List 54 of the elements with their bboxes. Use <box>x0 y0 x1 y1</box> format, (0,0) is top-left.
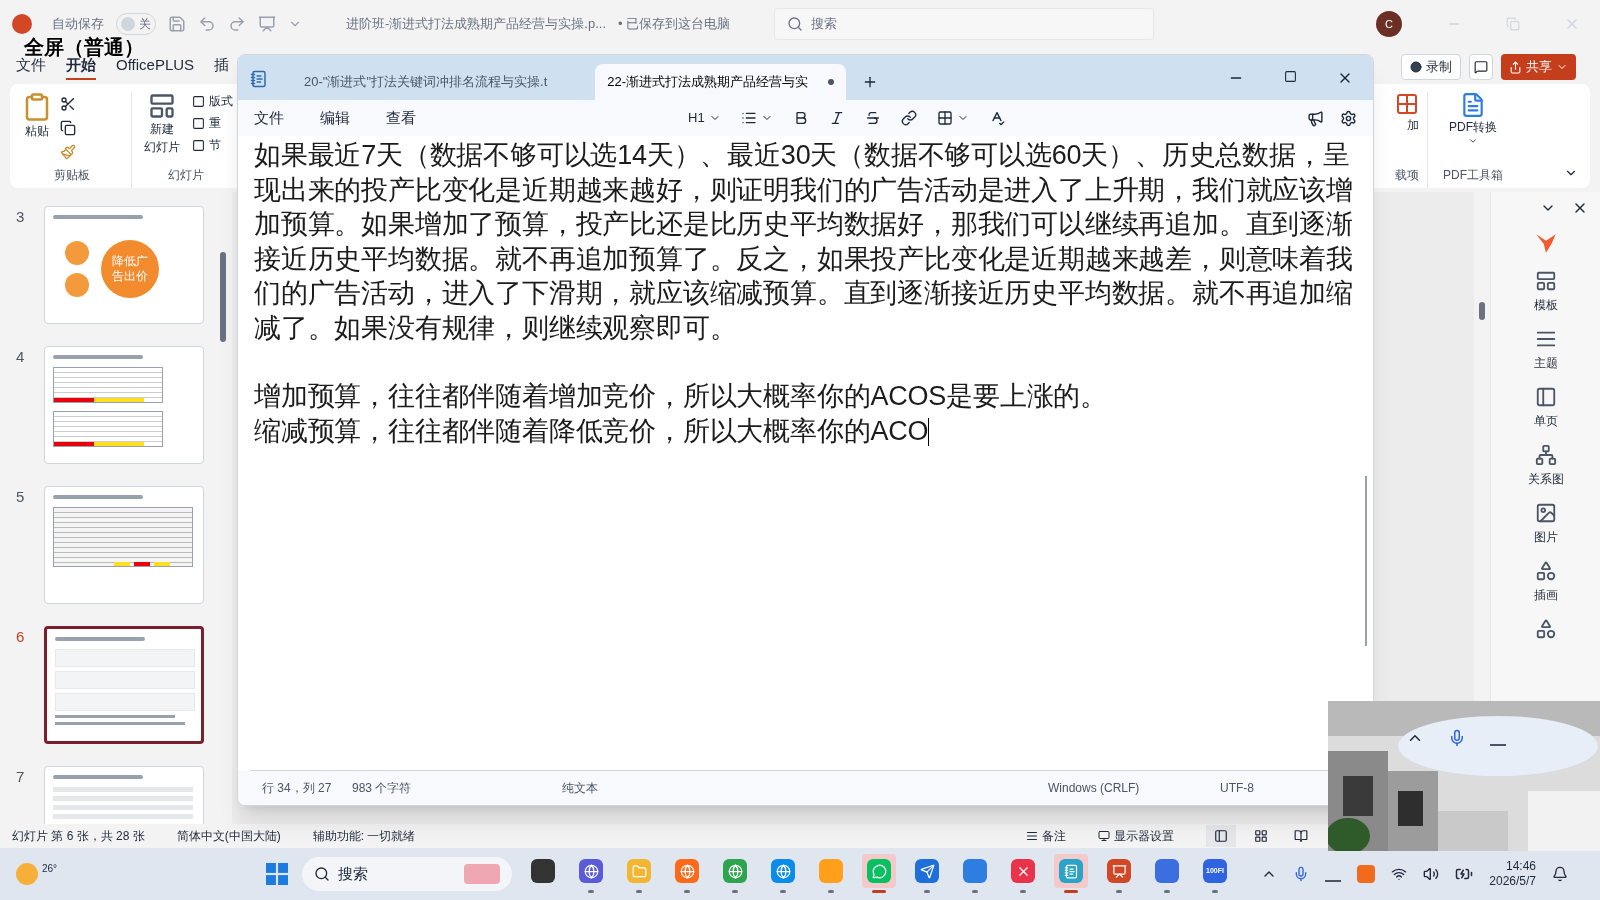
text-line: 增加预算，往往都伴随着增加竞价，所以大概率你的ACOS是要上涨的。 <box>254 380 1108 413</box>
design-tool-button[interactable]: 单页 <box>1533 386 1558 430</box>
paragraph: 如果最近7天（数据不够可以选14天）、最近30天（数据不够可以选60天）、历史总数据，呈现出来的投产比变化是近期越来越好，则证明我们的广告活动是进入了上升期，我们就应该增加预算。如果增加了预算，投产比还是比历史平均数据好，那我们可以继续再追加。直到逐渐接近历史平均数据。就不再追加预算了。反之，如果投产比变化是近期越来越差，则意味着我们的广告活动，进入了下滑期，就应该缩减预算。直到逐渐接近历史平均数据。就不再追加缩减了。如果没有规律，则继续观察即可。 <box>254 139 1354 345</box>
accessibility-status[interactable]: 辅助功能: 一切就绪 <box>312 827 416 845</box>
share-button[interactable]: 共享 <box>1501 54 1576 80</box>
cursor-position: 行 34，列 27 <box>262 780 333 797</box>
menu-item[interactable]: 查看 <box>386 106 416 130</box>
group-label: 剪贴板 <box>53 167 91 184</box>
document-title: 进阶班-渐进式打法成熟期产品经营与实操.p... <box>346 15 606 34</box>
design-tool-button[interactable]: 图片 <box>1533 502 1558 546</box>
notes-button[interactable]: 备注 <box>1026 827 1066 845</box>
design-tool-button[interactable]: 关系图 <box>1527 444 1564 488</box>
record-button[interactable]: 录制 <box>1401 54 1461 80</box>
addin-label: 加 <box>1407 117 1419 134</box>
ribbon-button[interactable]: 版式 <box>192 92 233 110</box>
encoding: UTF-8 <box>1220 780 1254 797</box>
clock-time[interactable]: 14:46 <box>1505 859 1536 874</box>
menu-tab[interactable]: 插 <box>214 53 230 80</box>
save-status[interactable]: • 已保存到这台电脑 <box>618 14 731 34</box>
group-label: 幻灯片 <box>167 167 205 184</box>
slide-number: 5 <box>16 487 26 507</box>
clock-date[interactable]: 2026/5/7 <box>1489 874 1536 889</box>
temperature: 26° <box>42 861 58 876</box>
paste-button[interactable]: 粘贴 <box>22 92 52 166</box>
slide-number: 7 <box>16 767 26 787</box>
ribbon-button[interactable]: 节 <box>192 136 233 154</box>
slide-number: 3 <box>16 207 26 227</box>
design-tool-button[interactable]: 主题 <box>1533 328 1558 372</box>
document-tab[interactable]: 22-渐进式打法成熟期产品经营与实 <box>595 64 847 100</box>
character-count: 983 个字符 <box>352 780 413 797</box>
avatar[interactable]: C <box>1376 11 1402 37</box>
slide-number: 4 <box>16 347 26 367</box>
autosave-label: 自动保存 <box>52 15 104 34</box>
design-tool-button[interactable]: 插画 <box>1533 560 1558 604</box>
display-settings-button[interactable]: 显示器设置 <box>1098 827 1174 845</box>
design-tool-button[interactable]: 模板 <box>1533 270 1558 314</box>
language-status[interactable]: 简体中文(中国大陆) <box>176 827 281 845</box>
document-tab[interactable]: 20-"渐进式"打法关键词冲排名流程与实操.t <box>292 64 592 100</box>
ribbon-button[interactable]: 重 <box>192 114 233 132</box>
slide-number: 6 <box>16 627 26 647</box>
slide-info: 幻灯片 第 6 张，共 28 张 <box>12 828 145 845</box>
file-format: 纯文本 <box>562 780 599 797</box>
search-field[interactable]: 搜索 <box>774 8 1155 40</box>
pdf-convert-button[interactable]: PDF转换 <box>1449 92 1497 166</box>
slide-text: 降低广告出价 <box>101 240 159 298</box>
heading-dropdown[interactable]: H1 <box>688 108 721 128</box>
menu-item[interactable]: 编辑 <box>320 106 350 130</box>
line-ending: Windows (CRLF) <box>1048 780 1141 797</box>
group-label: 载项 <box>1395 167 1419 184</box>
taskbar-search[interactable]: 搜索 <box>302 857 512 891</box>
menu-item[interactable]: 文件 <box>254 106 284 130</box>
text-line: 缩减预算，往往都伴随着降低竞价，所以大概率你的ACO <box>254 414 931 448</box>
group-label: PDF工具箱 <box>1443 167 1503 184</box>
new-slide-button[interactable]: 新建 幻灯片 <box>144 92 180 166</box>
